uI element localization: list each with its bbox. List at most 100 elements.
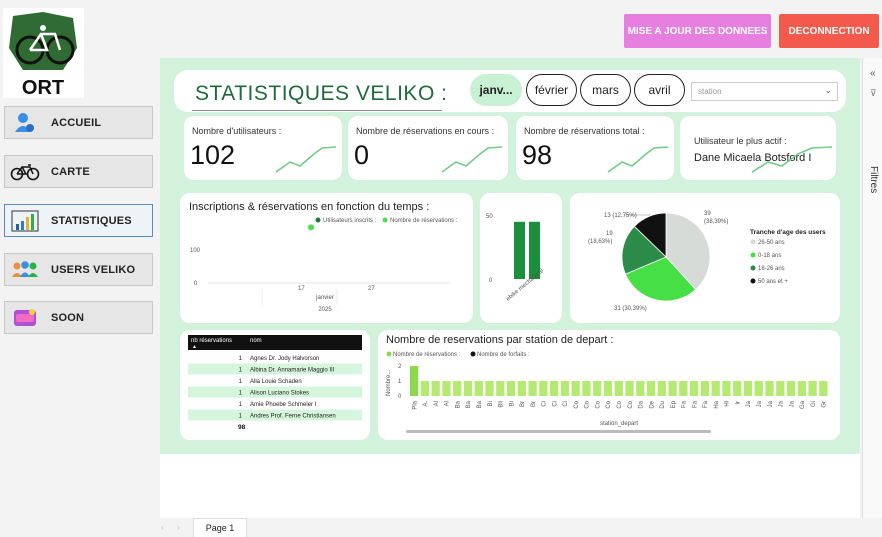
legend-marker-1: [750, 252, 756, 258]
station-tick: Co: [585, 400, 591, 408]
nav-label: USERS VELIKO: [51, 263, 136, 276]
filter-icon: ⊽: [870, 88, 877, 98]
soon-icon: [5, 308, 45, 328]
station-bar-24: [668, 381, 677, 396]
station-dropdown[interactable]: station ⌄: [691, 82, 838, 101]
y-tick: 1: [398, 379, 402, 385]
station-bar-29: [722, 381, 731, 396]
nav-accueil[interactable]: ACCUEIL: [4, 106, 153, 139]
sort-icon: ▲: [192, 344, 197, 350]
legend-forfaits-marker: [470, 351, 476, 357]
logout-button[interactable]: DECONNECTION: [779, 14, 879, 48]
x-axis-label: station_depart: [600, 421, 638, 427]
bike-type-panel: 50 0 ebike mechanical: [480, 193, 562, 323]
station-bar-32: [754, 381, 763, 396]
station-bar-17: [593, 381, 602, 396]
next-page-icon[interactable]: ›: [177, 522, 180, 532]
kpi-value: 98: [522, 140, 553, 170]
station-bar-8: [496, 381, 505, 396]
user-icon: [5, 112, 45, 134]
filters-pane[interactable]: « ⊽ Filtres: [862, 58, 882, 518]
station-bar-18: [603, 381, 613, 396]
station-bar-31: [743, 381, 753, 396]
age-pie-chart: 13 (12,75%) 39 (38,39%) 19 (18,63%) 31 (30…: [588, 211, 826, 312]
y-tick: 0: [398, 394, 402, 400]
station-tick: A.: [423, 401, 429, 407]
bar-ebike: [514, 221, 525, 279]
kpi-label: Nombre de réservations en cours :: [356, 126, 495, 136]
station-tick: Co: [595, 400, 601, 408]
station-tick: Fa: [703, 400, 709, 408]
station-tick: Da: [639, 400, 645, 408]
station-tick: Ja: [789, 400, 795, 407]
time-chart-panel: Inscriptions & réservations en fonction …: [180, 193, 473, 323]
prev-page-icon[interactable]: ‹: [161, 522, 164, 532]
station-tick: Al: [434, 401, 440, 406]
nav-label: SOON: [51, 311, 85, 324]
station-chart-panel: Nombre de reservations par station de de…: [378, 330, 840, 440]
station-tick: Ir: [735, 401, 741, 405]
update-data-button[interactable]: MISE A JOUR DES DONNEES: [624, 14, 771, 48]
station-bar-22: [646, 381, 656, 396]
y-tick: 50: [486, 214, 493, 220]
station-bar-6: [474, 381, 483, 396]
station-tick: Pla: [412, 400, 418, 409]
legend-reservations: Nombre de réservations :: [390, 218, 458, 224]
station-tick: Bi: [488, 401, 494, 406]
station-bar-19: [614, 381, 623, 396]
data-point-1-0: [308, 224, 315, 231]
nav-statistiques[interactable]: STATISTIQUES: [4, 204, 153, 237]
page-tab-1[interactable]: Page 1: [193, 518, 247, 537]
y-axis-label: Nombre...: [386, 369, 392, 396]
station-tick: Co: [574, 400, 580, 408]
station-bar-21: [636, 381, 645, 396]
station-bar-30: [733, 381, 742, 396]
station-bar-5: [463, 381, 473, 396]
scrollbar[interactable]: [406, 430, 711, 433]
station-tick: Ja: [779, 400, 785, 407]
nav-label: CARTE: [51, 165, 90, 178]
x-axis-label: 2025: [318, 307, 332, 313]
station-tick: Br: [531, 401, 537, 407]
month-pill-feb[interactable]: février: [526, 74, 577, 106]
bicycle-icon: [5, 163, 45, 181]
station-tick: Ba: [455, 400, 461, 408]
table-cell: Alla Louie Schaden: [250, 379, 302, 385]
nav-carte[interactable]: CARTE: [4, 155, 153, 188]
nav-users-veliko[interactable]: USERS VELIKO: [4, 253, 153, 286]
table-cell: Agnes Dr. Jody Halvorson: [250, 356, 319, 362]
station-bar-10: [517, 381, 526, 396]
station-tick: Ja: [746, 400, 752, 407]
page-title: STATISTIQUES VELIKO :: [195, 82, 448, 105]
legend-marker-0: [750, 239, 756, 245]
station-bar-14: [560, 381, 570, 396]
month-pill-mar[interactable]: mars: [580, 74, 631, 106]
slice-label: 13 (12,75%): [604, 213, 637, 219]
filters-label: Filtres: [868, 166, 879, 194]
station-bar-13: [550, 381, 559, 396]
station-tick: Al: [445, 401, 451, 406]
y-tick: 2: [398, 364, 402, 370]
legend-reservations: Nombre de réservations :: [393, 352, 461, 358]
station-bar-33: [765, 381, 774, 396]
station-tick: Du: [660, 401, 666, 409]
station-bar-12: [539, 381, 548, 396]
station-tick: Ha: [714, 400, 720, 408]
nav-soon[interactable]: SOON: [4, 301, 153, 334]
kpi-label: Nombre de réservations total :: [524, 126, 645, 136]
station-bar-16: [582, 381, 591, 396]
station-bar-20: [625, 381, 634, 396]
kpi-total: Nombre de réservations total : 98: [516, 116, 674, 180]
table-cell: Albina Dr. Annamarie Maggio III: [250, 368, 335, 374]
station-tick: Ci: [563, 401, 569, 407]
month-pill-jan[interactable]: janv...: [470, 74, 522, 106]
station-bar-11: [528, 381, 537, 396]
station-placeholder: station: [698, 87, 722, 96]
legend-marker-2: [750, 265, 756, 271]
collapse-filters-icon[interactable]: «: [870, 68, 876, 79]
station-tick: Bli: [499, 401, 505, 408]
month-pill-apr[interactable]: avril: [634, 74, 685, 106]
station-tick: Fa: [682, 400, 688, 408]
sparkline: [607, 146, 669, 173]
y-tick: 0: [489, 278, 493, 284]
